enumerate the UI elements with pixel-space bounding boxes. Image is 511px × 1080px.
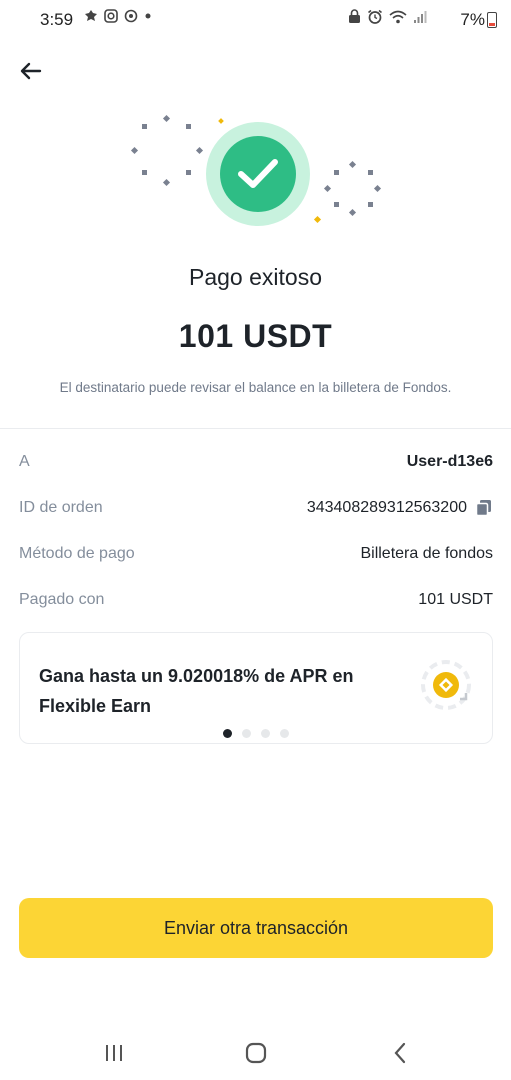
decor-dot [368,202,373,207]
status-right-icons [348,9,427,24]
decor-dot [142,170,147,175]
dot-icon [145,13,151,19]
decor-dot [334,170,339,175]
pager-dot[interactable] [280,729,289,738]
decor-dot [218,118,224,124]
detail-value-wrap: 343408289312563200 [307,499,493,517]
result-amount: 101 USDT [178,318,333,354]
detail-row-recipient: A User-d13e6 [19,450,493,474]
order-id-value: 343408289312563200 [306,499,467,516]
decor-dot [368,170,373,175]
success-illustration [0,110,511,230]
pager-dot[interactable] [261,729,270,738]
system-nav-bar [0,1030,511,1075]
detail-label: A [19,453,30,470]
promo-card[interactable]: Gana hasta un 9.020018% de APR en Flexib… [19,632,493,744]
system-back-button[interactable] [380,1038,420,1068]
send-another-transaction-button[interactable]: Enviar otra transacción [19,898,493,958]
result-note: El destinatario puede revisar el balance… [59,380,452,395]
detail-row-payment-method: Método de pago Billetera de fondos [19,542,493,566]
detail-value: 101 USDT [418,591,493,608]
checkmark-icon [238,159,278,188]
success-badge [206,122,310,226]
copy-icon[interactable] [475,499,493,517]
back-icon [394,1042,406,1064]
status-time: 3:59 [40,10,74,29]
promo-pager [223,729,289,738]
decor-dot [348,208,357,217]
success-badge-inner [220,136,296,212]
home-button[interactable] [236,1038,276,1068]
decor-dot [130,146,139,155]
status-left-icons [84,9,152,23]
detail-value: Billetera de fondos [360,545,493,562]
decor-dot [162,114,171,123]
pager-dot[interactable] [242,729,251,738]
alarm-icon [368,9,382,24]
promo-text: Gana hasta un 9.020018% de APR en Flexib… [39,666,354,716]
decor-dot [334,202,339,207]
result-title: Pago exitoso [189,264,322,290]
detail-row-order-id: ID de orden 343408289312563200 [19,496,493,520]
detail-row-paid-with: Pagado con 101 USDT [19,588,493,612]
status-bar: 3:59 7% [0,0,511,40]
detail-label: Método de pago [19,545,135,562]
back-button[interactable] [16,56,46,86]
decor-dot [323,184,332,193]
divider [0,428,511,429]
battery-icon [487,12,497,28]
arrow-left-icon [20,62,42,80]
decor-dot [373,184,382,193]
detail-value: User-d13e6 [406,453,493,470]
sync-icon [124,9,138,23]
decor-dot [195,146,204,155]
decor-dot [348,160,357,169]
detail-label: ID de orden [19,499,103,516]
battery-percent: 7% [460,10,485,29]
decor-dot [142,124,147,129]
home-icon [245,1042,267,1064]
decor-dot [313,215,322,224]
recent-apps-button[interactable] [94,1038,134,1068]
decor-dot [186,170,191,175]
lock-icon [349,9,360,23]
pager-dot[interactable] [223,729,232,738]
detail-label: Pagado con [19,591,105,608]
recent-apps-icon [106,1045,122,1061]
decor-dot [186,124,191,129]
instagram-icon [104,9,118,23]
notification-icon [85,10,97,21]
decor-dot [162,178,171,187]
flexible-earn-icon [416,655,476,715]
wifi-icon [389,10,407,23]
signal-icon [414,10,427,23]
